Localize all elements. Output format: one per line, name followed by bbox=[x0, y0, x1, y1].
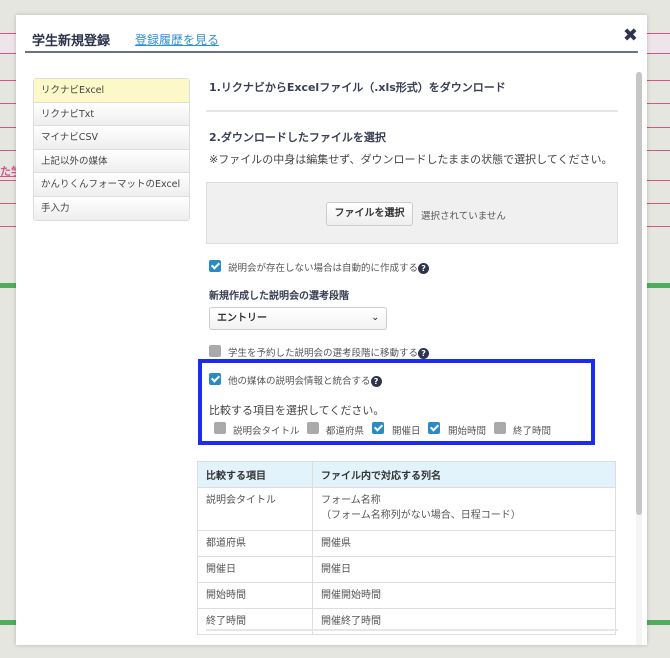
modal-title: 学生新規登録 bbox=[32, 34, 111, 49]
tab-kanrikun-excel[interactable]: かんりくんフォーマットのExcel bbox=[34, 173, 189, 197]
table-row: 説明会タイトル フォーム名称 （フォーム名称列がない場合、日程コード） bbox=[197, 487, 616, 531]
divider bbox=[206, 110, 618, 112]
tab-manual-input[interactable]: 手入力 bbox=[34, 196, 189, 220]
compare-prompt: 比較する項目を選択してください。 bbox=[209, 404, 385, 417]
source-tabs: リクナビExcel リクナビTxt マイナビCSV 上記以外の媒体 かんりくんフ… bbox=[33, 78, 190, 221]
modal-header: 学生新規登録 登録履歴を見る ✖ bbox=[25, 15, 638, 53]
register-student-modal: 学生新規登録 登録履歴を見る ✖ リクナビExcel リクナビTxt マイナビC… bbox=[16, 15, 647, 645]
close-icon[interactable]: ✖ bbox=[623, 25, 638, 46]
tab-rikunabi-txt[interactable]: リクナビTxt bbox=[34, 102, 189, 126]
column-header: 比較する項目 bbox=[197, 461, 313, 488]
scrollbar[interactable] bbox=[636, 72, 642, 645]
column-header: ファイル内で対応する列名 bbox=[312, 461, 616, 488]
table-cell: 開催県 bbox=[312, 530, 616, 557]
tab-other-media[interactable]: 上記以外の媒体 bbox=[34, 149, 189, 173]
cell-line: （フォーム名称列がない場合、日程コード） bbox=[321, 510, 521, 521]
table-cell: 説明会タイトル bbox=[197, 487, 313, 531]
table-cell: フォーム名称 （フォーム名称列がない場合、日程コード） bbox=[312, 487, 616, 531]
cell-line: フォーム名称 bbox=[321, 495, 381, 506]
step1-heading: 1.リクナビからExcelファイル（.xls形式）をダウンロード bbox=[209, 81, 506, 94]
merge-label: 他の媒体の説明会情報と統合する bbox=[228, 376, 371, 387]
compare-title-label: 説明会タイトル bbox=[233, 426, 300, 437]
table-cell: 開催日 bbox=[312, 556, 616, 583]
auto-create-checkbox[interactable] bbox=[209, 260, 221, 272]
compare-title-checkbox[interactable] bbox=[214, 422, 226, 434]
tab-rikunabi-excel[interactable]: リクナビExcel bbox=[34, 79, 189, 103]
table-row: 開始時間 開催開始時間 bbox=[197, 582, 616, 609]
table-row: 開催日 開催日 bbox=[197, 556, 616, 583]
help-icon[interactable]: ? bbox=[370, 376, 382, 387]
compare-end-label: 終了時間 bbox=[513, 426, 552, 437]
merge-checkbox[interactable] bbox=[209, 373, 221, 385]
compare-date-checkbox[interactable] bbox=[372, 422, 384, 434]
table-cell: 都道府県 bbox=[197, 530, 313, 557]
stage-select-value: エントリー bbox=[217, 313, 267, 324]
table-header-row: 比較する項目 ファイル内で対応する列名 bbox=[197, 461, 616, 488]
auto-create-label: 説明会が存在しない場合は自動的に作成する bbox=[228, 263, 419, 274]
compare-start-label: 開始時間 bbox=[448, 426, 487, 437]
mapping-table: 比較する項目 ファイル内で対応する列名 説明会タイトル フォーム名称 （フォーム名… bbox=[197, 461, 616, 635]
compare-prefecture-label: 都道府県 bbox=[326, 426, 365, 437]
step2-note: ※ファイルの中身は編集せず、ダウンロードしたままの状態で選択してください。 bbox=[209, 153, 613, 166]
help-icon[interactable]: ? bbox=[418, 263, 430, 274]
compare-start-checkbox[interactable] bbox=[428, 422, 440, 434]
file-status: 選択されていません bbox=[421, 211, 506, 222]
compare-end-checkbox[interactable] bbox=[494, 422, 506, 434]
table-cell: 開催開始時間 bbox=[312, 582, 616, 609]
chevron-down-icon: ⌄ bbox=[371, 313, 379, 323]
move-stage-checkbox[interactable] bbox=[209, 345, 221, 357]
table-row: 都道府県 開催県 bbox=[197, 530, 616, 557]
table-cell: 開始時間 bbox=[197, 582, 313, 609]
help-icon[interactable]: ? bbox=[418, 348, 430, 359]
scrollbar-thumb[interactable] bbox=[636, 72, 642, 515]
file-drop-area: ファイルを選択 選択されていません bbox=[206, 182, 618, 244]
history-link[interactable]: 登録履歴を見る bbox=[135, 31, 219, 48]
table-cell: 開催日 bbox=[197, 556, 313, 583]
stage-label: 新規作成した説明会の選考段階 bbox=[209, 291, 349, 302]
step2-heading: 2.ダウンロードしたファイルを選択 bbox=[209, 131, 386, 144]
tab-mynavi-csv[interactable]: マイナビCSV bbox=[34, 126, 189, 150]
compare-date-label: 開催日 bbox=[392, 426, 421, 437]
choose-file-button[interactable]: ファイルを選択 bbox=[326, 202, 413, 226]
stage-select[interactable]: エントリー ⌄ bbox=[209, 307, 387, 330]
divider bbox=[206, 629, 618, 631]
move-stage-label: 学生を予約した説明会の選考段階に移動する bbox=[228, 348, 419, 359]
compare-prefecture-checkbox[interactable] bbox=[307, 422, 319, 434]
